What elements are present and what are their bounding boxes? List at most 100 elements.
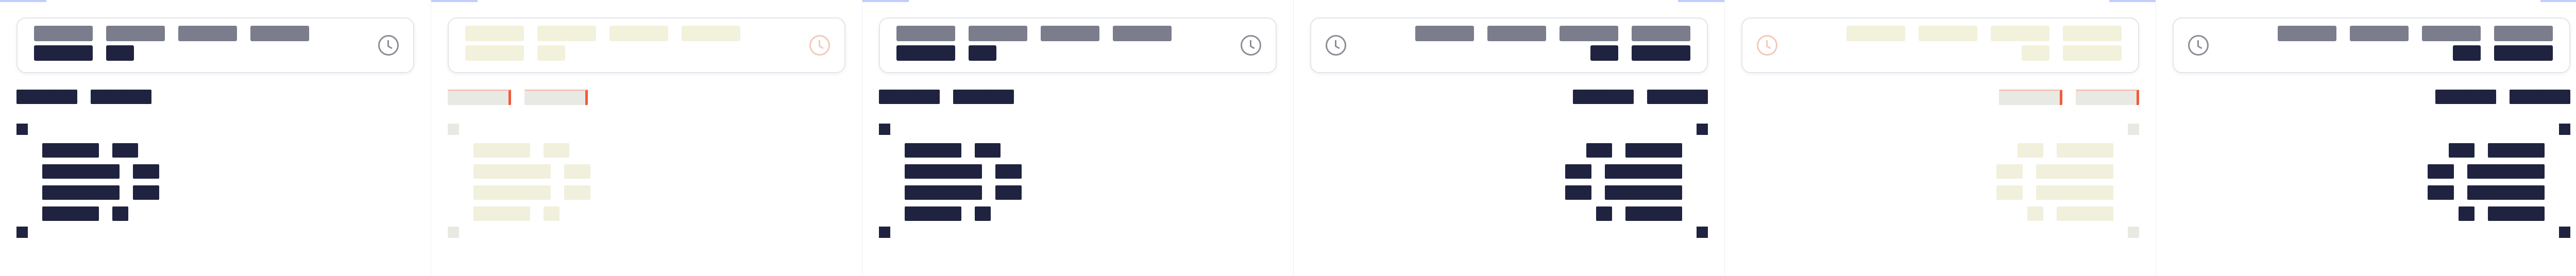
header-line-1: Sin título Sin título Sin título Sin título	[34, 26, 367, 41]
header-tag: Sin título	[2062, 26, 2122, 41]
list-item[interactable]: Sin título Sin Sin	[42, 185, 400, 200]
header-value: Sin título	[2062, 45, 2122, 61]
header-card[interactable]: Sin título Sin título Sin título Sin título…	[2173, 18, 2570, 73]
tab-1[interactable]: Sin título	[16, 90, 78, 104]
header-card[interactable]: Sin título Sin título Sin título Sin título…	[16, 18, 414, 73]
list-item[interactable]: Sin título S	[1756, 206, 2113, 221]
list-item-label: Sin título	[473, 143, 531, 158]
header-tag: Sin título	[1415, 26, 1474, 41]
tab-1[interactable]: Sin título	[2075, 90, 2139, 105]
header-card[interactable]: Sin título Sin título Sin título Sin título…	[1310, 18, 1708, 73]
header-tag: Sin título	[609, 26, 669, 41]
list-item[interactable]: Sin título Sin Sin	[905, 185, 1262, 200]
square-marker-icon	[448, 124, 459, 135]
header-card[interactable]: Sin título Sin título Sin título Sin título…	[1741, 18, 2139, 73]
header-card[interactable]: Sin título Sin título Sin título Sin título…	[448, 18, 845, 73]
list-item-label: Sin título Sin	[905, 164, 982, 179]
header-line-1: Sin título Sin título Sin título Sin título	[1789, 26, 2122, 41]
list-item[interactable]: Sin título S	[2187, 206, 2545, 221]
list-item[interactable]: Sin título S	[1325, 206, 1682, 221]
list-item[interactable]: Sin título Sin Sin	[473, 164, 831, 179]
list-item-value: Sin	[975, 143, 1001, 158]
tab-1[interactable]: Sin título	[1647, 90, 1708, 104]
square-marker-icon	[2128, 124, 2139, 135]
list-item-value: Sin	[995, 164, 1022, 179]
square-marker-icon	[2128, 227, 2139, 238]
list-item[interactable]: Sin título Sin Sin	[2187, 185, 2545, 200]
list-item[interactable]: Sin título S	[473, 206, 831, 221]
list-item-value: Sin	[133, 185, 159, 200]
tab-2[interactable]: Sin título	[1998, 90, 2062, 105]
item-list: Sin título Sin Sin título Sin Sin Sin título…	[473, 143, 831, 228]
item-list: Sin título Sin Sin título Sin Sin Sin título…	[2187, 143, 2545, 228]
tab-1[interactable]: Sin título	[879, 90, 940, 104]
tab-bar: Sin título Sin título	[1310, 90, 1708, 104]
list-item-value: S	[112, 206, 128, 221]
tab-2[interactable]: Sin título	[953, 90, 1014, 104]
header-card[interactable]: Sin título Sin título Sin título Sin título…	[879, 18, 1277, 73]
list-item[interactable]: Sin título Sin Sin	[1756, 185, 2113, 200]
list-item-value: Sin	[995, 185, 1022, 200]
clock-icon[interactable]	[378, 35, 399, 56]
list-item[interactable]: Sin título Sin	[1325, 143, 1682, 158]
list-item-value: Sin	[1586, 143, 1612, 158]
list-item-value: S	[2459, 206, 2475, 221]
list-item-label: Sin título	[2487, 206, 2545, 221]
list-item[interactable]: Sin título Sin Sin	[2187, 164, 2545, 179]
item-list: Sin título Sin Sin título Sin Sin Sin título…	[42, 143, 400, 228]
header-tag: Sin título	[1559, 26, 1618, 41]
tab-2[interactable]: Sin título	[2435, 90, 2496, 104]
tab-2[interactable]: Sin título	[91, 90, 152, 104]
list-item[interactable]: Sin título Sin	[905, 143, 1262, 158]
item-list: Sin título Sin Sin título Sin Sin Sin título…	[1325, 143, 1682, 228]
list-item[interactable]: Sin título Sin Sin	[1325, 185, 1682, 200]
header-line-1: Sin título Sin título Sin título Sin título	[1358, 26, 1690, 41]
top-accent-bar	[0, 0, 46, 2]
panel-5: Sin título Sin título Sin título Sin título…	[1725, 0, 2156, 276]
list-item-label: Sin título Sin	[42, 164, 120, 179]
panel-6: Sin título Sin título Sin título Sin título…	[2156, 0, 2576, 276]
tab-2[interactable]: Sin título	[1572, 90, 1634, 104]
clock-icon[interactable]	[1757, 35, 1777, 56]
list-item[interactable]: Sin título Sin	[42, 143, 400, 158]
list-item[interactable]: Sin título Sin Sin	[905, 164, 1262, 179]
list-item-label: Sin título	[905, 143, 962, 158]
square-marker-icon	[16, 124, 28, 135]
tab-2[interactable]: Sin título	[524, 90, 588, 105]
clock-icon[interactable]	[1326, 35, 1346, 56]
list-item-value: Sin	[564, 164, 590, 179]
list-item-label: Sin título Sin	[2467, 164, 2545, 179]
square-marker-icon	[879, 227, 890, 238]
clock-icon[interactable]	[809, 35, 830, 56]
list-item-label: Sin título	[1625, 143, 1682, 158]
clock-icon[interactable]	[2188, 35, 2209, 56]
top-accent-bar	[431, 0, 478, 2]
tab-bar: Sin título Sin título	[879, 90, 1277, 104]
list-item[interactable]: Sin título S	[42, 206, 400, 221]
list-item[interactable]: Sin título Sin	[473, 143, 831, 158]
panel-2: Sin título Sin título Sin título Sin título…	[431, 0, 862, 276]
list-item-label: Sin título Sin	[473, 185, 551, 200]
header-tag: Sin título	[2349, 26, 2409, 41]
list-item[interactable]: Sin título Sin	[1756, 143, 2113, 158]
clock-icon[interactable]	[1241, 35, 1261, 56]
list-item[interactable]: Sin título Sin	[2187, 143, 2545, 158]
list-item-value: S	[544, 206, 560, 221]
list-item[interactable]: Sin título Sin Sin	[42, 164, 400, 179]
list-item-value: S	[975, 206, 991, 221]
header-line-1: Sin título Sin título Sin título Sin título	[2220, 26, 2553, 41]
tab-1[interactable]: Sin título	[2509, 90, 2570, 104]
list-item-value: S	[1596, 206, 1612, 221]
list-item[interactable]: Sin título Sin Sin	[1325, 164, 1682, 179]
square-marker-icon	[2559, 227, 2570, 238]
list-item-label: Sin título	[2487, 143, 2545, 158]
header-tag: Sin título	[465, 26, 524, 41]
list-item-value: Sin	[564, 185, 590, 200]
list-item-label: Sin título Sin	[905, 185, 982, 200]
list-item[interactable]: Sin título S	[905, 206, 1262, 221]
header-value: Sin título	[465, 45, 524, 61]
tab-1[interactable]: Sin título	[448, 90, 512, 105]
list-item[interactable]: Sin título Sin Sin	[473, 185, 831, 200]
list-item[interactable]: Sin título Sin Sin	[1756, 164, 2113, 179]
list-item-label: Sin título	[905, 206, 962, 221]
